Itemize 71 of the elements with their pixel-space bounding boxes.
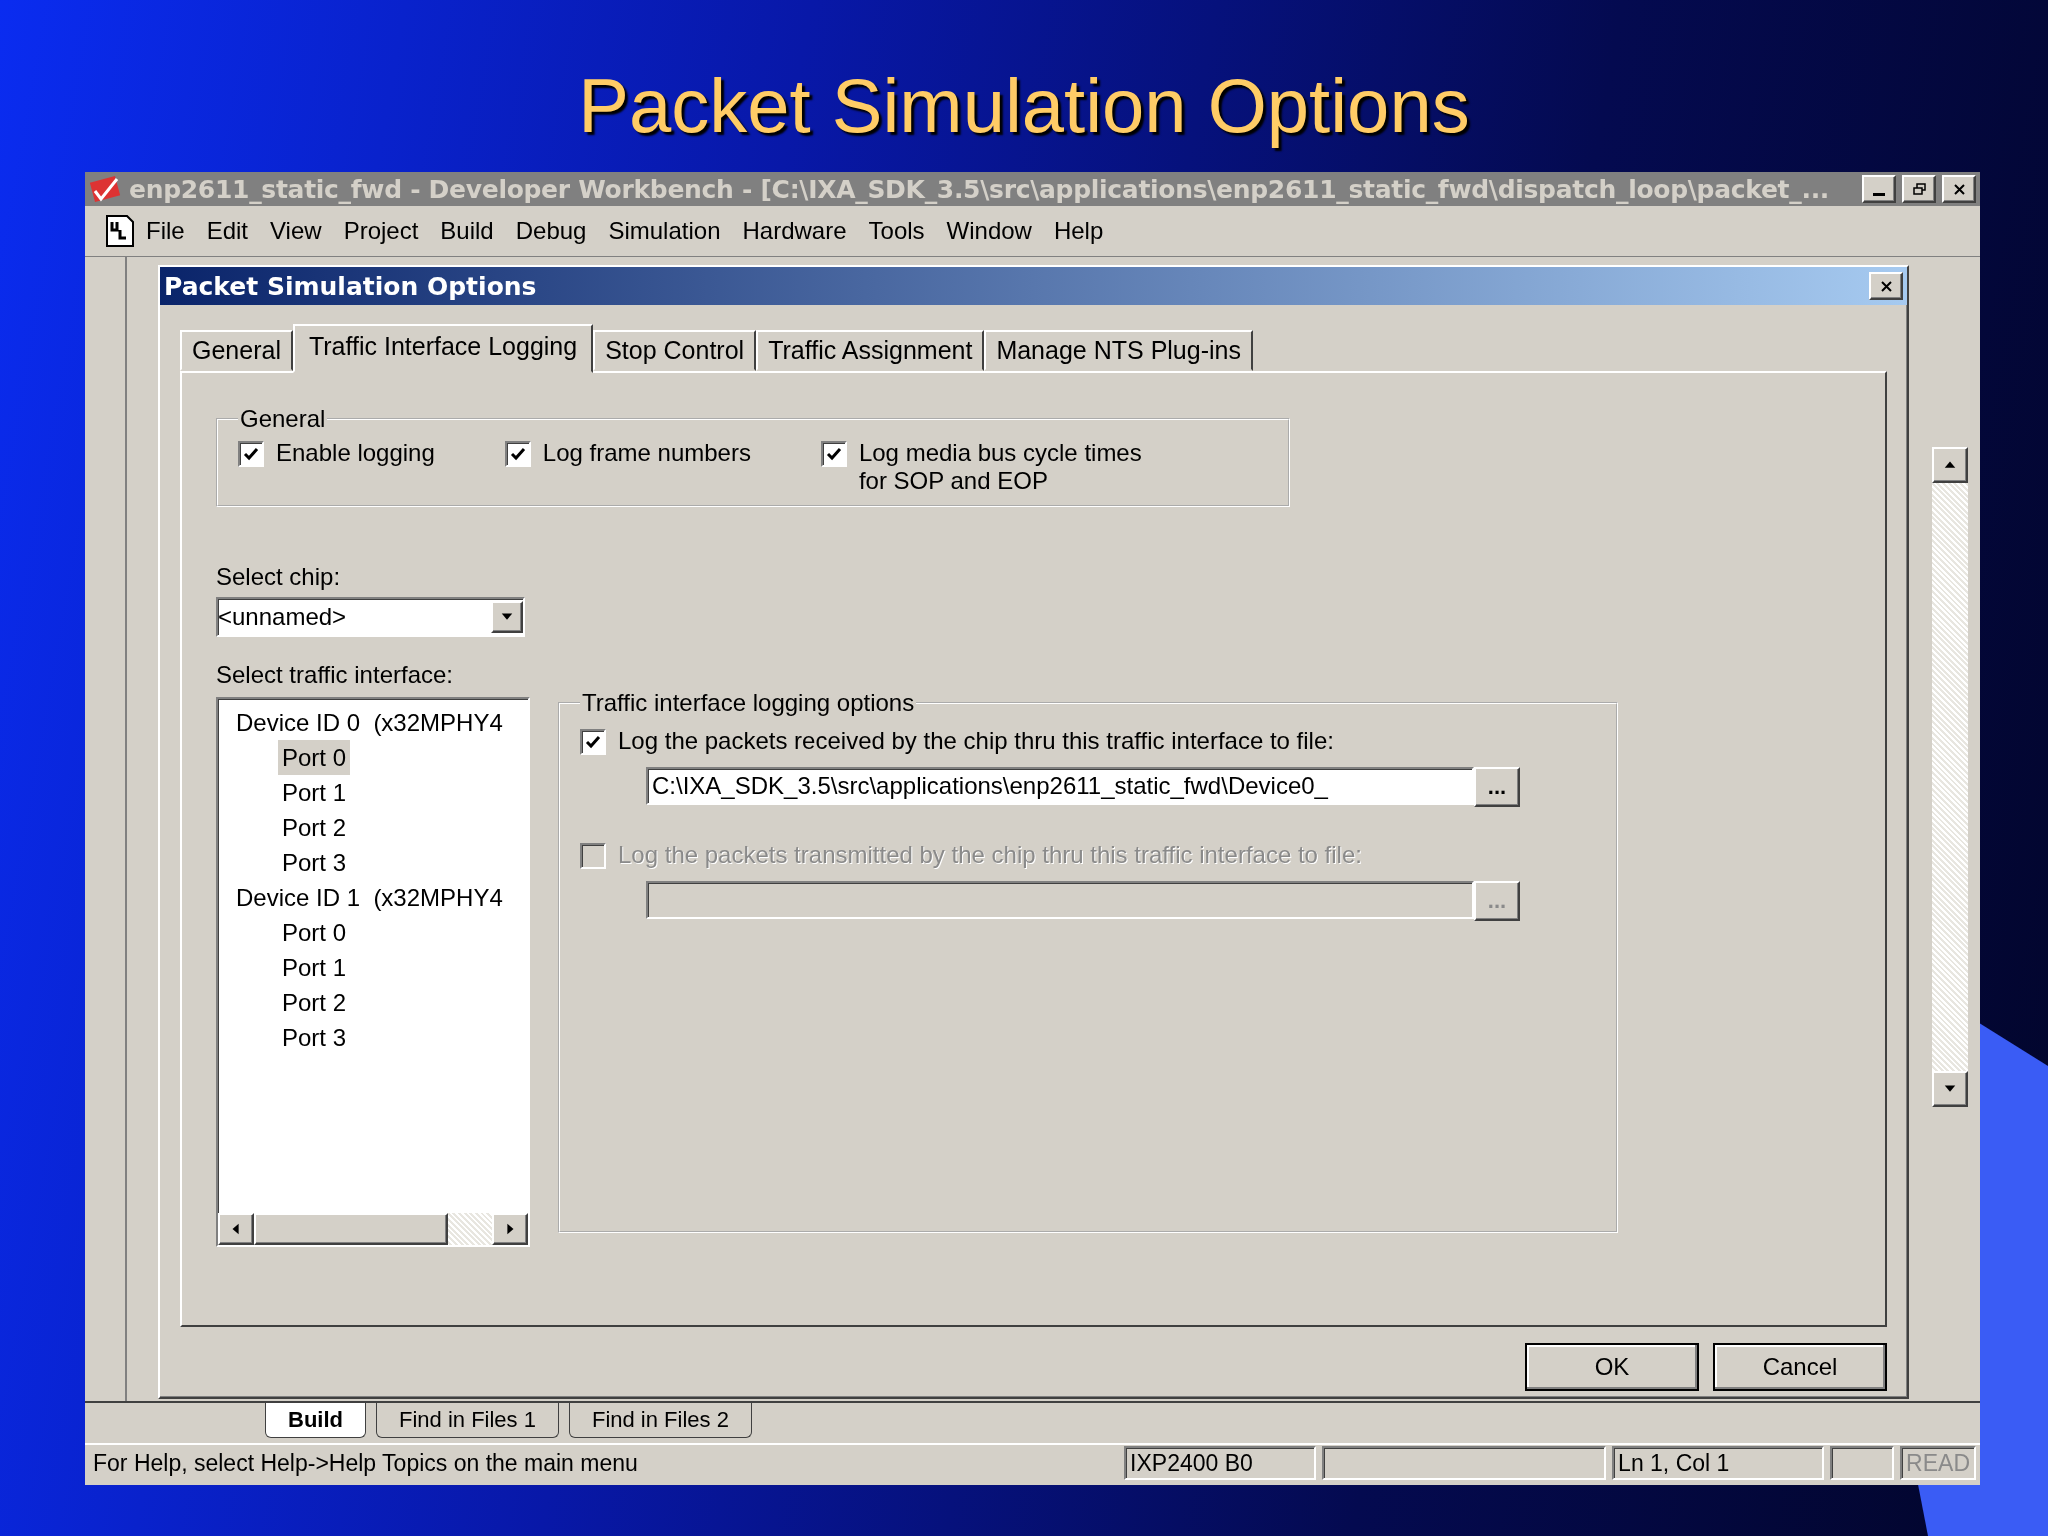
list-item[interactable]: Device ID 0 (x32MPHY4: [232, 705, 507, 740]
tab[interactable]: Traffic Assignment: [756, 330, 985, 371]
menu-item[interactable]: Debug: [504, 217, 598, 245]
list-item[interactable]: Port 1: [278, 775, 351, 810]
dialog-title: Packet Simulation Options: [164, 271, 538, 301]
status-text: READ: [1900, 1446, 1976, 1480]
list-item[interactable]: Port 3: [278, 1020, 351, 1055]
checkbox-label: Log the packets transmitted by the chip thru this traffic interface to file:: [618, 841, 1362, 869]
checkmark-icon: [585, 735, 601, 749]
dialog-button[interactable]: Cancel: [1713, 1343, 1887, 1391]
tab[interactable]: General: [180, 330, 293, 371]
checkbox[interactable]: [504, 441, 531, 467]
menu-item[interactable]: Hardware: [731, 217, 858, 245]
list-item[interactable]: Port 2: [278, 985, 351, 1020]
chip-dropdown[interactable]: <unnamed>: [216, 597, 525, 637]
group-title: Traffic interface logging options: [581, 689, 916, 717]
group-title: General: [239, 405, 327, 433]
checkbox-label: Log the packets received by the chip thru this traffic interface to file:: [618, 727, 1334, 755]
horizontal-scrollbar[interactable]: [218, 1213, 528, 1245]
scrollbar[interactable]: [1932, 447, 1968, 1107]
output-tab[interactable]: Find in Files 1: [376, 1403, 559, 1438]
output-tab[interactable]: Find in Files 2: [568, 1403, 752, 1438]
document-icon: [105, 214, 135, 248]
checkbox-label: Enable logging: [276, 439, 435, 467]
checkbox-label: Log frame numbers: [542, 439, 751, 467]
status-text: IXP2400 B0: [1124, 1446, 1317, 1480]
list-item[interactable]: Port 3: [278, 845, 351, 880]
menu-item[interactable]: Project: [332, 217, 430, 245]
close-icon: [1951, 182, 1967, 196]
list-item[interactable]: Port 2: [278, 810, 351, 845]
restore-icon: [1911, 182, 1927, 196]
close-button[interactable]: [1869, 272, 1903, 300]
menu-item[interactable]: Build: [429, 217, 505, 245]
tab[interactable]: Stop Control: [593, 330, 757, 371]
restore-button[interactable]: [1902, 175, 1936, 203]
checkbox[interactable]: [580, 729, 606, 755]
close-button[interactable]: [1942, 175, 1976, 203]
checkbox[interactable]: [820, 441, 847, 467]
checkmark-icon: [825, 447, 842, 461]
list-item[interactable]: Port 0: [278, 740, 351, 775]
field-label: Select chip:: [216, 563, 342, 591]
minimize-button[interactable]: [1862, 175, 1896, 203]
status-text: For Help, select Help->Help Topics on the main menu: [92, 1449, 639, 1478]
field-label: Select traffic interface:: [216, 661, 454, 689]
browse-button[interactable]: ...: [1474, 767, 1520, 807]
checkbox-label: Log media bus cycle times for SOP and EOP: [858, 439, 1142, 495]
file-path-field[interactable]: C:\IXA_SDK_3.5\src\applications\enp2611_static_fwd\Device0_: [646, 767, 1474, 805]
menu-item[interactable]: View: [259, 217, 333, 245]
close-icon: [1878, 279, 1894, 293]
window-title: enp2611_static_fwd - Developer Workbench - [C:\IXA_SDK_3.5\src\applications\enp2611_static_fwd\dispatch_loop\packet_...: [129, 174, 1831, 204]
minimize-icon: [1873, 192, 1885, 196]
list-item[interactable]: Device ID 1 (x32MPHY4: [232, 880, 507, 915]
list-item[interactable]: Port 0: [278, 915, 351, 950]
menu-item[interactable]: Window: [935, 217, 1043, 245]
list-item[interactable]: Port 1: [278, 950, 351, 985]
checkmark-icon: [509, 447, 526, 461]
checkmark-icon: [243, 447, 259, 461]
menu-item[interactable]: Help: [1042, 217, 1115, 245]
status-panel: [1830, 1446, 1895, 1480]
menu-item[interactable]: Simulation: [597, 217, 732, 245]
output-tab[interactable]: Build: [265, 1403, 366, 1438]
tab[interactable]: Traffic Interface Logging: [292, 324, 594, 373]
slide-title: Packet Simulation Options: [578, 62, 1470, 150]
status-text: Ln 1, Col 1: [1612, 1446, 1825, 1480]
menu-item[interactable]: Edit: [195, 217, 260, 245]
file-path-field[interactable]: [646, 881, 1474, 919]
menu-item[interactable]: Tools: [857, 217, 936, 245]
menu-item[interactable]: File: [135, 217, 196, 245]
tab[interactable]: Manage NTS Plug-ins: [984, 330, 1253, 371]
checkbox[interactable]: [238, 441, 264, 467]
dialog-button[interactable]: OK: [1525, 1343, 1699, 1391]
